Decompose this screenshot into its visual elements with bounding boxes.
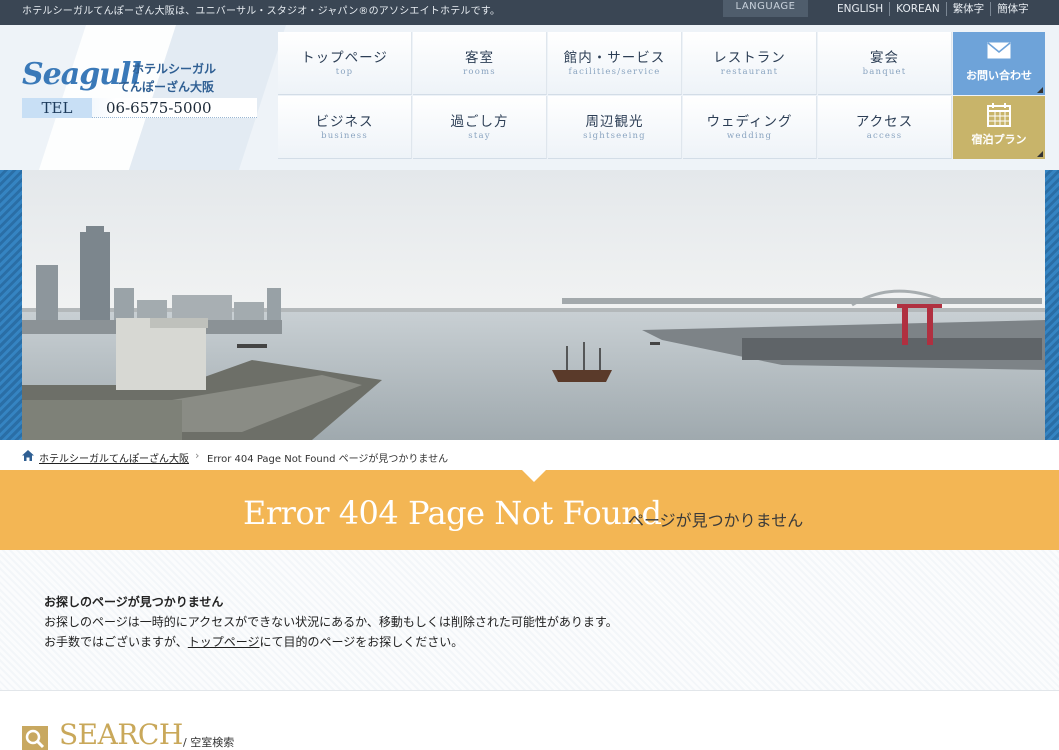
nav-sublabel: banquet [862, 67, 907, 77]
nav-sublabel: rooms [463, 67, 496, 77]
breadcrumb: ホテルシーガルてんぽーざん大阪 › Error 404 Page Not Fou… [0, 440, 1059, 470]
phone-label: TEL [22, 98, 92, 118]
nav-label: 館内・サービス [563, 50, 666, 66]
hero-image-osaka-bay [22, 170, 1045, 440]
error-description: お探しのページは一時的にアクセスができない状況にあるか、移動もしくは削除された可… [44, 615, 618, 629]
contact-label: お問い合わせ [966, 69, 1032, 82]
search-section-title: SEARCH [59, 718, 183, 750]
nav-item-access[interactable]: アクセス access [818, 96, 952, 159]
home-icon[interactable] [22, 450, 34, 461]
nav-label: レストラン [713, 50, 786, 66]
corner-arrow-icon [1037, 87, 1043, 93]
nav-item-facilities[interactable]: 館内・サービス facilities/service [548, 32, 682, 95]
plan-label: 宿泊プラン [971, 133, 1027, 146]
nav-label: ウェディング [706, 114, 793, 130]
phone-number[interactable]: 06-6575-5000 [106, 98, 212, 118]
error-message-section: お探しのページが見つかりません お探しのページは一時的にアクセスができない状況に… [0, 550, 1059, 690]
page-subtitle: ページが見つかりません [628, 511, 804, 530]
nav-sublabel: business [321, 131, 368, 141]
nav-item-wedding[interactable]: ウェディング wedding [683, 96, 817, 159]
nav-label: 周辺観光 [585, 114, 644, 130]
lang-link-english[interactable]: ENGLISH [831, 2, 891, 16]
instruction-text-after: にて目的のページをお探しください。 [259, 635, 464, 649]
top-bar: ホテルシーガルてんぽーざん大阪は、ユニバーサル・スタジオ・ジャパン®のアソシエイ… [0, 0, 1059, 25]
breadcrumb-current: Error 404 Page Not Found ページが見つかりません [207, 454, 449, 465]
nav-sublabel: sightseeing [583, 131, 646, 141]
nav-sublabel: access [866, 131, 903, 141]
nav-sublabel: top [335, 67, 354, 77]
lang-link-traditional-chinese[interactable]: 繁体字 [947, 2, 992, 16]
search-section-subtitle: / 空室検索 [183, 736, 235, 749]
hero-stripe-right [1045, 170, 1059, 440]
contact-button[interactable]: お問い合わせ [953, 32, 1045, 95]
error-heading: お探しのページが見つかりません [44, 595, 224, 609]
error-instruction: お手数ではございますが、トップページにて目的のページをお探しください。 [44, 633, 463, 650]
nav-sublabel: facilities/service [568, 67, 661, 77]
corner-arrow-icon [1037, 151, 1043, 157]
nav-item-restaurant[interactable]: レストラン restaurant [683, 32, 817, 95]
nav-sublabel: restaurant [720, 67, 779, 77]
nav-sublabel: wedding [726, 131, 773, 141]
nav-item-business[interactable]: ビジネス business [278, 96, 412, 159]
site-tagline: ホテルシーガルてんぽーざん大阪は、ユニバーサル・スタジオ・ジャパン®のアソシエイ… [22, 6, 501, 17]
harbor-photo [22, 170, 1045, 440]
page-title-banner: Error 404 Page Not Found ページが見つかりません [0, 470, 1059, 550]
nav-item-rooms[interactable]: 客室 rooms [413, 32, 547, 95]
language-links: ENGLISH KOREAN 繁体字 簡体字 [831, 2, 1035, 16]
nav-item-sightseeing[interactable]: 周辺観光 sightseeing [548, 96, 682, 159]
page-title: Error 404 Page Not Found [243, 494, 662, 532]
hero-stripe-left [0, 170, 22, 440]
nav-item-banquet[interactable]: 宴会 banquet [818, 32, 952, 95]
nav-item-top[interactable]: トップページ top [278, 32, 412, 95]
breadcrumb-separator-icon: › [195, 449, 200, 462]
search-icon [22, 726, 48, 750]
nav-label: アクセス [855, 114, 914, 130]
lang-link-korean[interactable]: KOREAN [890, 2, 947, 16]
phone-box: TEL 06-6575-5000 [22, 98, 257, 118]
logo-jp-line2[interactable]: てんぽーざん大阪 [118, 78, 214, 95]
banner-notch [522, 470, 546, 482]
top-page-link[interactable]: トップページ [188, 635, 260, 649]
section-divider [0, 690, 1059, 691]
mail-icon [987, 42, 1011, 59]
logo-jp-line1[interactable]: ホテルシーガル [132, 60, 216, 77]
plan-button[interactable]: 宿泊プラン [953, 96, 1045, 159]
hero-frame [0, 170, 1059, 440]
breadcrumb-home-link[interactable]: ホテルシーガルてんぽーざん大阪 [39, 450, 189, 465]
nav-label: 過ごし方 [450, 114, 509, 130]
language-label: LANGUAGE [723, 0, 808, 17]
calendar-icon [987, 103, 1011, 127]
nav-label: トップページ [301, 50, 388, 66]
nav-label: ビジネス [315, 114, 374, 130]
nav-item-stay[interactable]: 過ごし方 stay [413, 96, 547, 159]
nav-sublabel: stay [468, 131, 491, 141]
main-nav: トップページ top 客室 rooms 館内・サービス facilities/s… [278, 32, 953, 160]
lang-link-simplified-chinese[interactable]: 簡体字 [991, 2, 1035, 16]
nav-label: 客室 [465, 50, 494, 66]
instruction-text-before: お手数ではございますが、 [44, 635, 188, 649]
nav-label: 宴会 [870, 50, 899, 66]
